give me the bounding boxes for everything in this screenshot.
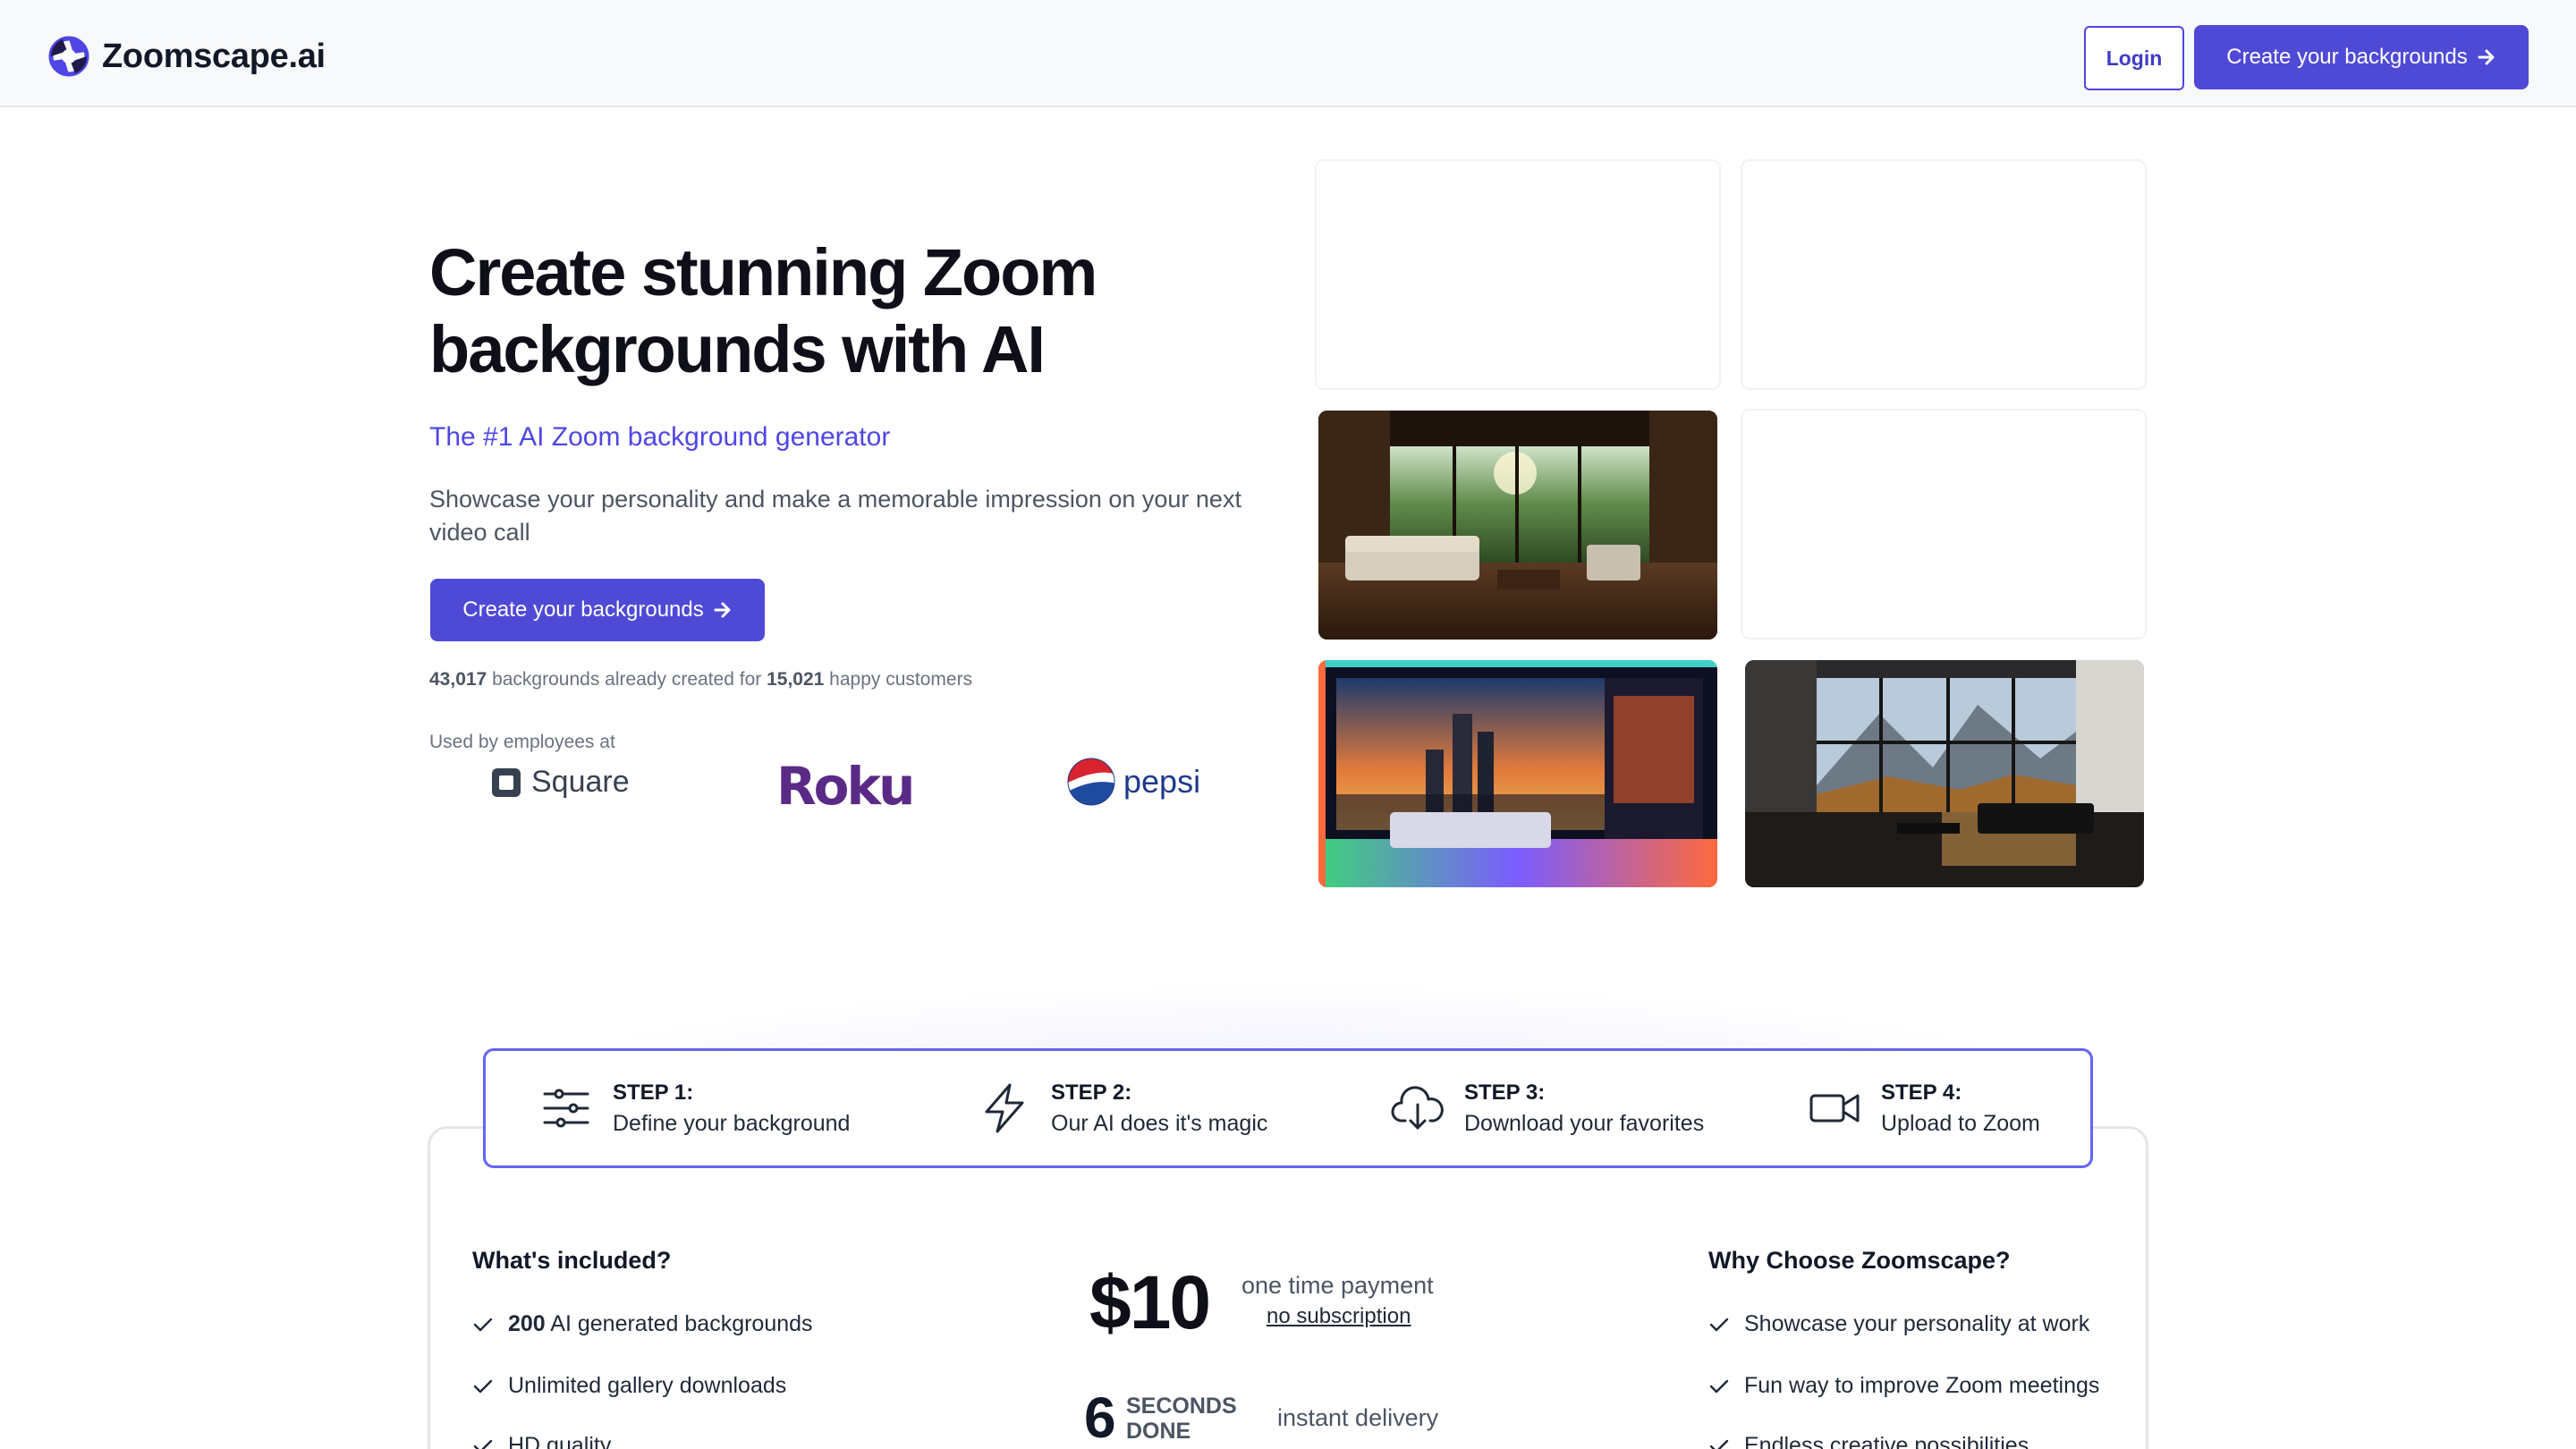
used-by-label: Used by employees at xyxy=(429,732,615,752)
seconds-label-line2: DONE xyxy=(1126,1419,1191,1444)
roku-logo: Roku xyxy=(776,756,915,817)
step-4-text: STEP 4: Upload to Zoom xyxy=(1881,1078,2040,1139)
included-item: HD quality xyxy=(472,1433,611,1449)
included-heading: What's included? xyxy=(472,1247,672,1274)
included-item: Unlimited gallery downloads xyxy=(472,1373,786,1399)
why-heading: Why Choose Zoomscape? xyxy=(1708,1247,2011,1274)
gallery-image-neon-city-bedroom xyxy=(1318,660,1717,887)
seconds-label: SECONDS DONE xyxy=(1126,1394,1237,1444)
hero-title: Create stunning Zoom backgrounds with AI xyxy=(429,235,1097,386)
included-item-text: HD quality xyxy=(508,1433,612,1449)
why-item-text: Endless creative possibilities xyxy=(1744,1433,2029,1449)
included-item-text: Unlimited gallery downloads xyxy=(508,1373,787,1398)
step-3: STEP 3: Download your favorites xyxy=(1391,1051,1704,1165)
no-subscription-link[interactable]: no subscription xyxy=(1267,1304,1411,1329)
instant-delivery: instant delivery xyxy=(1277,1404,1439,1431)
seconds-number: 6 xyxy=(1084,1385,1116,1449)
create-backgrounds-button-header[interactable]: Create your backgrounds xyxy=(2194,25,2529,89)
roku-logo-text: Roku xyxy=(776,756,915,817)
check-icon xyxy=(1709,1318,1729,1331)
check-icon xyxy=(473,1318,493,1331)
included-item-rest: AI generated backgrounds xyxy=(545,1311,813,1336)
stats-end-text: happy customers xyxy=(824,669,973,690)
gallery-tile-empty xyxy=(1315,159,1721,390)
gallery-image-mountain-view-loft xyxy=(1745,660,2144,887)
arrow-right-icon xyxy=(2478,49,2495,65)
step-4-label: STEP 4: xyxy=(1881,1080,1962,1105)
video-camera-icon xyxy=(1809,1094,1860,1123)
brand-name: Zoomscape.ai xyxy=(102,37,326,75)
step-1-text: STEP 1: Define your background xyxy=(613,1078,850,1139)
check-icon xyxy=(473,1379,493,1393)
square-logo-text: Square xyxy=(531,765,630,799)
top-nav: Zoomscape.ai Login Create your backgroun… xyxy=(0,0,2576,107)
mountain-view-loft-illustration xyxy=(1745,660,2144,887)
hero-subtitle: The #1 AI Zoom background generator xyxy=(429,422,891,452)
backgrounds-count: 43,017 xyxy=(429,669,487,690)
tropical-living-room-illustration xyxy=(1318,411,1717,640)
hero-description: Showcase your personality and make a mem… xyxy=(429,486,1241,546)
step-2: STEP 2: Our AI does it's magic xyxy=(978,1051,1267,1165)
why-item: Endless creative possibilities xyxy=(1708,1433,2029,1449)
neon-city-bedroom-illustration xyxy=(1318,660,1717,887)
square-logo: Square xyxy=(490,765,630,800)
included-item-text: 200 AI generated backgrounds xyxy=(508,1311,813,1337)
step-3-description: Download your favorites xyxy=(1464,1111,1705,1136)
price: $10 xyxy=(1089,1260,1211,1344)
create-backgrounds-label: Create your backgrounds xyxy=(2226,45,2468,69)
usage-stats: 43,017 backgrounds already created for 1… xyxy=(429,669,972,691)
pepsi-logo: pepsi xyxy=(1066,757,1200,807)
step-4-description: Upload to Zoom xyxy=(1881,1111,2040,1136)
gallery-image-tropical-living-room xyxy=(1318,411,1717,640)
step-2-label: STEP 2: xyxy=(1051,1080,1132,1105)
square-mark-icon xyxy=(492,767,521,797)
check-icon xyxy=(1709,1379,1729,1393)
steps-bar: STEP 1: Define your background STEP 2: O… xyxy=(483,1048,2093,1168)
step-2-text: STEP 2: Our AI does it's magic xyxy=(1051,1078,1267,1139)
step-3-label: STEP 3: xyxy=(1464,1080,1546,1105)
why-item-text: Fun way to improve Zoom meetings xyxy=(1744,1373,2100,1398)
stats-middle-text: backgrounds already created for xyxy=(487,669,767,690)
brand-logo[interactable]: Zoomscape.ai xyxy=(47,34,326,79)
why-item: Fun way to improve Zoom meetings xyxy=(1708,1373,2099,1399)
price-note: one time payment xyxy=(1241,1272,1434,1299)
step-1-label: STEP 1: xyxy=(613,1080,694,1105)
step-3-text: STEP 3: Download your favorites xyxy=(1464,1078,1704,1139)
check-icon xyxy=(473,1439,493,1449)
customers-count: 15,021 xyxy=(767,669,825,690)
login-button[interactable]: Login xyxy=(2084,26,2184,90)
cloud-download-icon xyxy=(1391,1086,1444,1130)
pepsi-globe-icon xyxy=(1067,758,1115,806)
lightning-icon xyxy=(985,1083,1024,1133)
pepsi-logo-text: pepsi xyxy=(1123,763,1201,800)
create-backgrounds-button-hero[interactable]: Create your backgrounds xyxy=(430,579,765,641)
gallery-tile-empty xyxy=(1741,409,2147,640)
why-item-text: Showcase your personality at work xyxy=(1744,1311,2090,1336)
included-item-bold: 200 xyxy=(508,1311,546,1336)
aperture-logo-icon xyxy=(48,36,89,77)
step-1-description: Define your background xyxy=(613,1111,851,1136)
step-4: STEP 4: Upload to Zoom xyxy=(1808,1051,2040,1165)
step-1: STEP 1: Define your background xyxy=(539,1051,850,1165)
step-2-description: Our AI does it's magic xyxy=(1051,1111,1268,1136)
included-item: 200 AI generated backgrounds xyxy=(472,1311,813,1337)
arrow-right-icon xyxy=(714,602,731,618)
gallery-tile-empty xyxy=(1741,159,2147,390)
why-item: Showcase your personality at work xyxy=(1708,1311,2089,1337)
seconds-label-line1: SECONDS xyxy=(1126,1394,1237,1419)
check-icon xyxy=(1709,1439,1729,1449)
create-backgrounds-label: Create your backgrounds xyxy=(462,597,704,622)
sliders-icon xyxy=(543,1089,589,1128)
